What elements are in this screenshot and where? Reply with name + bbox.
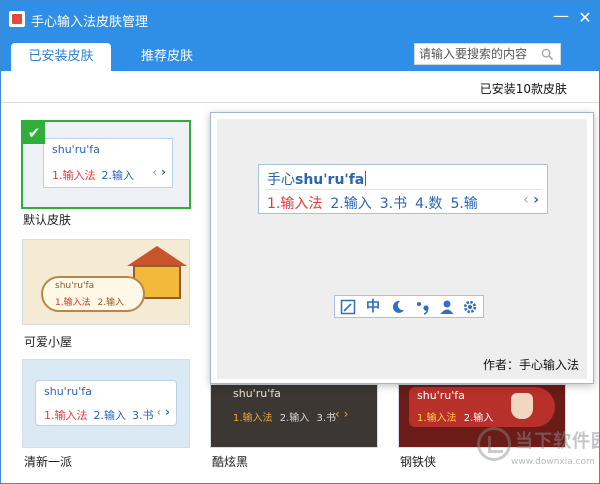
candidate-3: 3.书 [379,196,408,212]
preview-candidates: 1.输入法 2.输入 3.书 4.数 5.输 [267,193,486,213]
candidate-2: 2.输入 [101,169,135,182]
skin-thumbnail: shu'ru'fa 1.输入法 2.输入 [22,239,190,325]
mini-candidates: 1.输入法 2.输入 3.书 [233,409,336,424]
preview-input-bar: 手心shu'ru'fa 1.输入法 2.输入 3.书 4.数 5.输 ‹ › [258,164,548,214]
tab-recommended-skins[interactable]: 推荐皮肤 [117,43,217,71]
candidate-1: 1.输入法 [55,298,91,308]
candidate-2: 2.输入 [463,413,494,424]
punctuation-icon [415,299,431,315]
page-arrows-icon: ‹ › [335,407,349,421]
candidate-2: 2.输入 [330,196,372,212]
mini-pinyin: shu'ru'fa [417,389,465,402]
preview-canvas: 手心shu'ru'fa 1.输入法 2.输入 3.书 4.数 5.输 ‹ › 中 [217,119,587,379]
candidate-2: 2.输入 [93,409,127,422]
search-icon[interactable] [541,48,554,61]
skin-card-iron-man[interactable]: shu'ru'fa 1.输入法 2.输入 钢铁侠 [398,384,566,471]
prev-page-icon: ‹ [523,192,529,208]
mini-pinyin: shu'ru'fa [52,143,100,156]
skin-card-cute-house[interactable]: shu'ru'fa 1.输入法 2.输入 可爱小屋 [22,239,190,349]
skin-card-fresh[interactable]: shu'ru'fa 1.输入法 2.输入 3.书 ‹ › 清新一派 [22,359,190,471]
text-caret [365,171,367,186]
tab-installed-skins[interactable]: 已安装皮肤 [11,43,111,71]
close-button[interactable]: ✕ [574,7,596,29]
skin-manager-window: 手心输入法皮肤管理 — ✕ 已安装皮肤 推荐皮肤 已安装10款皮肤 ✔ shu'… [0,0,600,484]
title-bar[interactable]: 手心输入法皮肤管理 — ✕ [1,1,599,37]
search-input[interactable] [419,46,537,62]
candidate-1: 1.输入法 [233,413,273,424]
preview-status-bar: 中 [334,295,484,318]
next-page-icon: › [533,192,539,208]
mini-input-bar: shu'ru'fa 1.输入法 2.输入 [409,387,555,427]
check-icon: ✔ [23,122,45,144]
mini-candidates: 1.输入法 2.输入 [52,167,134,183]
skin-name: 默认皮肤 [23,213,72,227]
skin-name: 清新一派 [24,455,73,469]
skin-thumbnail: shu'ru'fa 1.输入法 2.输入 3.书 ‹ › [210,384,378,448]
skin-thumbnail: ✔ shu'ru'fa 1.输入法 2.输入 ‹ › [21,120,191,209]
mini-pinyin: shu'ru'fa [44,385,92,398]
moon-icon [390,299,406,315]
candidate-2: 2.输入 [279,413,310,424]
mini-input-bar: shu'ru'fa 1.输入法 2.输入 ‹ › [43,138,173,188]
summary-row: 已安装10款皮肤 [1,71,599,103]
search-box[interactable] [414,43,561,65]
typed-pinyin: shu'ru'fa [295,172,365,188]
mini-candidates: 1.输入法 2.输入 [55,295,124,308]
candidate-1: 1.输入法 [417,413,457,424]
skin-thumbnail: shu'ru'fa 1.输入法 2.输入 [398,384,566,448]
skin-card-default[interactable]: ✔ shu'ru'fa 1.输入法 2.输入 ‹ › 默认皮肤 [21,120,191,232]
candidate-5: 5.输 [450,196,478,212]
candidate-3: 3.书 [132,409,154,422]
candidate-1: 1.输入法 [52,169,96,182]
mini-pinyin: shu'ru'fa [55,281,95,291]
iron-man-mask-icon [511,393,533,419]
page-arrows-icon: ‹ › [156,405,170,419]
candidate-2: 2.输入 [97,298,125,308]
page-arrows-icon: ‹ › [523,192,539,208]
installed-count: 已安装10款皮肤 [479,82,567,96]
skin-name: 可爱小屋 [24,335,73,349]
mini-candidates: 1.输入法 2.输入 3.书 [44,407,154,423]
mini-candidates: 1.输入法 2.输入 [417,409,493,424]
window-title: 手心输入法皮肤管理 [31,15,149,30]
page-arrows-icon: ‹ › [152,165,166,179]
user-icon [439,299,455,315]
chinese-mode-icon: 中 [366,299,380,315]
skin-name: 酷炫黑 [212,455,249,469]
tab-bar: 已安装皮肤 推荐皮肤 [1,37,599,71]
divider [265,189,541,190]
skin-card-cool-black[interactable]: shu'ru'fa 1.输入法 2.输入 3.书 ‹ › 酷炫黑 [210,384,378,471]
candidate-4: 4.数 [415,196,443,212]
minimize-button[interactable]: — [550,7,572,29]
composed-text: 手心 [267,172,295,188]
gear-icon [462,299,478,315]
candidate-3: 3.书 [316,413,337,424]
skin-thumbnail: shu'ru'fa 1.输入法 2.输入 3.书 ‹ › [22,359,190,448]
app-icon [9,11,25,27]
house-roof-icon [127,246,187,266]
author-label: 作者：手心输入法 [482,358,579,372]
candidate-1: 1.输入法 [267,196,323,212]
close-icon: ✕ [578,8,592,27]
mini-input-bar: shu'ru'fa 1.输入法 2.输入 3.书 ‹ › [35,380,177,426]
candidate-1: 1.输入法 [44,409,88,422]
skin-preview-popup: 手心shu'ru'fa 1.输入法 2.输入 3.书 4.数 5.输 ‹ › 中 [210,112,594,384]
mini-input-bar: shu'ru'fa 1.输入法 2.输入 [41,276,145,312]
skin-name: 钢铁侠 [400,455,437,469]
preview-composition: 手心shu'ru'fa [267,169,367,189]
mini-pinyin: shu'ru'fa [233,387,281,400]
skin-icon [340,299,356,315]
minimize-icon: — [553,6,569,25]
